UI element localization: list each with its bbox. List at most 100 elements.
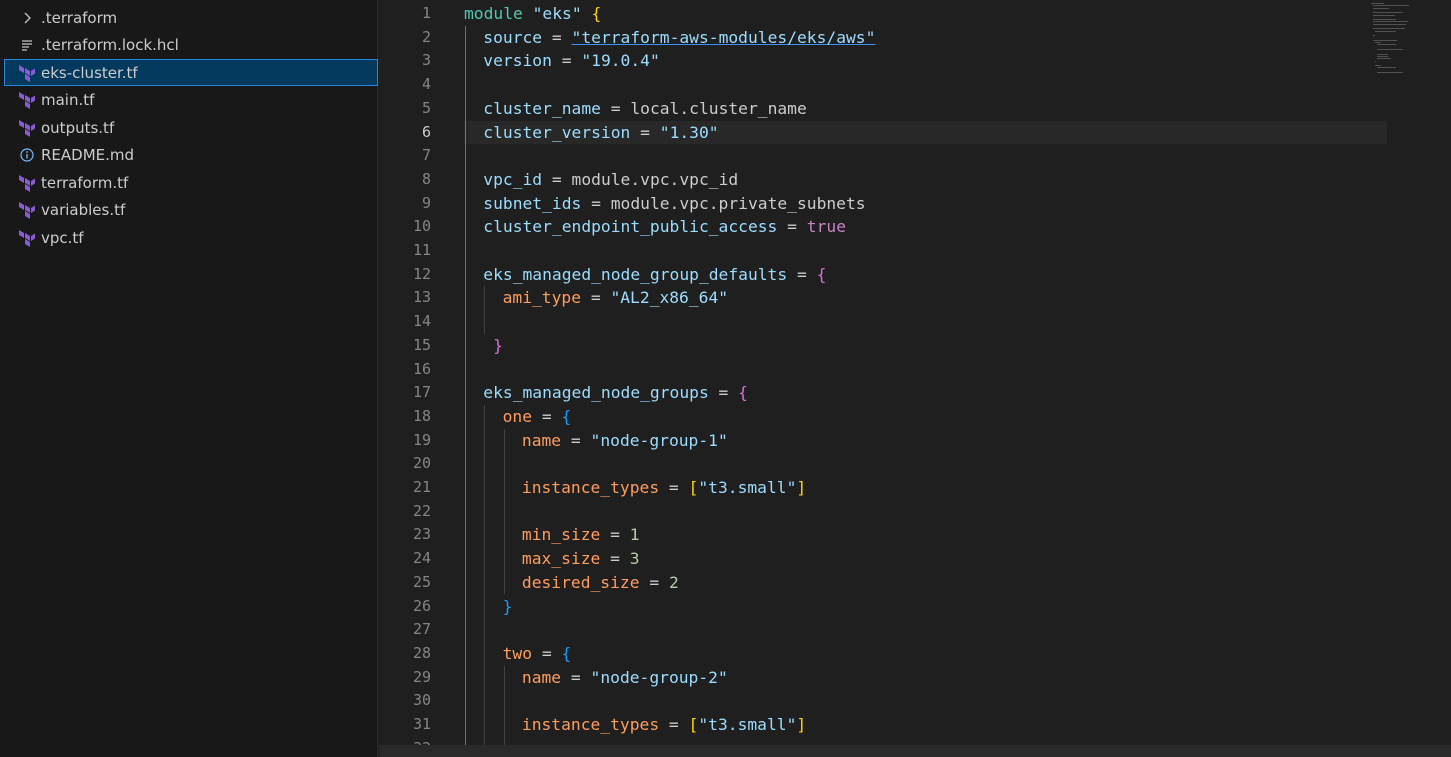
line-number: 26 bbox=[412, 596, 431, 615]
code-line[interactable] bbox=[464, 618, 1407, 642]
code-token: = bbox=[639, 572, 669, 592]
code-token: one bbox=[502, 406, 533, 426]
code-line[interactable] bbox=[464, 239, 1387, 263]
code-token: instance_types bbox=[521, 715, 660, 734]
code-line[interactable] bbox=[464, 310, 1407, 334]
code-token: "node-group-1" bbox=[590, 430, 728, 450]
code-line[interactable]: module "eks" { bbox=[464, 2, 1368, 26]
explorer-item-label: main.tf bbox=[41, 91, 95, 109]
explorer-item[interactable]: variables.tf bbox=[0, 197, 378, 224]
code-line[interactable] bbox=[464, 689, 1426, 713]
code-token: { bbox=[816, 264, 827, 284]
code-token: = bbox=[532, 406, 562, 426]
code-token: cluster_name bbox=[483, 98, 601, 118]
code-line[interactable]: name = "node-group-2" bbox=[464, 666, 1426, 690]
code-line[interactable]: source = "terraform-aws-modules/eks/aws" bbox=[464, 26, 1387, 50]
code-line[interactable]: two = { bbox=[464, 642, 1407, 666]
code-line[interactable]: eks_managed_node_group_defaults = { bbox=[464, 263, 1387, 287]
explorer-item[interactable]: .terraform.lock.hcl bbox=[0, 32, 378, 59]
line-number: 24 bbox=[412, 549, 431, 568]
code-line[interactable]: instance_types = ["t3.small"] bbox=[464, 713, 1426, 737]
minimap-line bbox=[1375, 30, 1396, 32]
explorer-item[interactable]: outputs.tf bbox=[0, 114, 378, 141]
minimap-line bbox=[1377, 67, 1396, 69]
code-line[interactable]: subnet_ids = module.vpc.private_subnets bbox=[464, 192, 1387, 216]
line-number: 11 bbox=[412, 241, 431, 259]
code-line[interactable] bbox=[464, 358, 1387, 382]
code-token: ami_type bbox=[502, 288, 582, 308]
code-token: min_size bbox=[521, 525, 601, 545]
code-line[interactable]: version = "19.0.4" bbox=[464, 49, 1387, 73]
code-token: "node-group-2" bbox=[590, 667, 728, 687]
terraform-icon bbox=[16, 173, 38, 193]
code-token: true bbox=[806, 217, 847, 237]
code-token: } bbox=[493, 335, 503, 355]
code-line[interactable] bbox=[464, 500, 1426, 524]
code-token: [ bbox=[688, 478, 699, 497]
line-number: 6 bbox=[421, 122, 431, 141]
code-line[interactable]: one = { bbox=[464, 405, 1407, 429]
code-token: = bbox=[630, 122, 660, 142]
line-number: 17 bbox=[412, 383, 431, 402]
line-number: 15 bbox=[412, 335, 431, 354]
minimap-line bbox=[1373, 21, 1409, 23]
code-line[interactable]: } bbox=[464, 595, 1407, 619]
code-token: { bbox=[591, 4, 602, 23]
code-token: = bbox=[561, 430, 591, 450]
code-token: 3 bbox=[629, 549, 640, 569]
code-line[interactable]: instance_types = ["t3.small"] bbox=[464, 476, 1426, 500]
code-editor[interactable]: 1 2 3 4 5 6 7 8 9 10 11 12 13 14 15 16 17 18 19 20 21 22 23 24 2… bbox=[379, 0, 1451, 757]
code-token: = bbox=[659, 478, 689, 497]
explorer-item[interactable]: README.md bbox=[0, 142, 378, 169]
explorer-item[interactable]: vpc.tf bbox=[0, 224, 378, 251]
minimap-line bbox=[1377, 49, 1404, 50]
code-token: = module.vpc.vpc_id bbox=[542, 169, 739, 189]
code-token: eks_managed_node_groups bbox=[483, 383, 709, 403]
code-token: = bbox=[561, 667, 591, 687]
code-token: instance_types bbox=[521, 478, 660, 497]
line-number: 7 bbox=[421, 146, 431, 165]
code-line[interactable]: vpc_id = module.vpc.vpc_id bbox=[464, 168, 1387, 192]
code-token: 2 bbox=[668, 572, 679, 592]
code-line[interactable]: } bbox=[464, 334, 1387, 358]
minimap-line bbox=[1375, 60, 1376, 62]
minimap-line bbox=[1373, 5, 1409, 7]
minimap-line bbox=[1373, 39, 1398, 41]
line-number: 14 bbox=[412, 312, 431, 331]
code-area[interactable]: module "eks" {source = "terraform-aws-mo… bbox=[464, 0, 1388, 757]
line-number: 25 bbox=[412, 572, 431, 591]
code-token: { bbox=[738, 383, 748, 403]
line-number: 1 bbox=[421, 4, 431, 22]
horizontal-scrollbar[interactable] bbox=[379, 745, 1451, 757]
code-token: "terraform-aws-modules/eks/aws" bbox=[571, 27, 876, 47]
minimap[interactable] bbox=[1371, 0, 1436, 80]
line-number: 8 bbox=[421, 169, 431, 188]
info-icon bbox=[16, 145, 38, 165]
code-line[interactable]: min_size = 1 bbox=[464, 523, 1426, 547]
code-token: "eks" bbox=[532, 4, 582, 23]
code-line[interactable] bbox=[464, 452, 1426, 476]
code-line[interactable]: eks_managed_node_groups = { bbox=[464, 381, 1387, 405]
code-line[interactable] bbox=[464, 144, 1387, 168]
code-line[interactable]: max_size = 3 bbox=[464, 547, 1426, 571]
code-line[interactable] bbox=[464, 73, 1387, 97]
line-number: 2 bbox=[421, 27, 431, 46]
explorer-item[interactable]: .terraform bbox=[0, 4, 378, 31]
terraform-icon bbox=[16, 118, 38, 138]
code-line[interactable]: ami_type = "AL2_x86_64" bbox=[464, 286, 1407, 310]
code-token: desired_size bbox=[521, 572, 640, 592]
explorer-item[interactable]: main.tf bbox=[0, 87, 378, 114]
code-line[interactable]: cluster_endpoint_public_access = true bbox=[464, 215, 1387, 239]
explorer-item[interactable]: eks-cluster.tf bbox=[4, 59, 378, 86]
code-line[interactable]: cluster_name = local.cluster_name bbox=[464, 97, 1387, 121]
indent-guide bbox=[465, 25, 466, 757]
code-token: cluster_version bbox=[483, 122, 631, 142]
code-line[interactable]: desired_size = 2 bbox=[464, 571, 1426, 595]
minimap-line bbox=[1377, 44, 1396, 46]
code-line[interactable]: name = "node-group-1" bbox=[464, 429, 1426, 453]
indent-guide bbox=[503, 428, 505, 595]
explorer-item-label: eks-cluster.tf bbox=[41, 63, 138, 82]
code-token: "1.30" bbox=[659, 122, 719, 142]
code-line[interactable]: cluster_version = "1.30" bbox=[464, 120, 1388, 145]
explorer-item[interactable]: terraform.tf bbox=[0, 169, 378, 196]
